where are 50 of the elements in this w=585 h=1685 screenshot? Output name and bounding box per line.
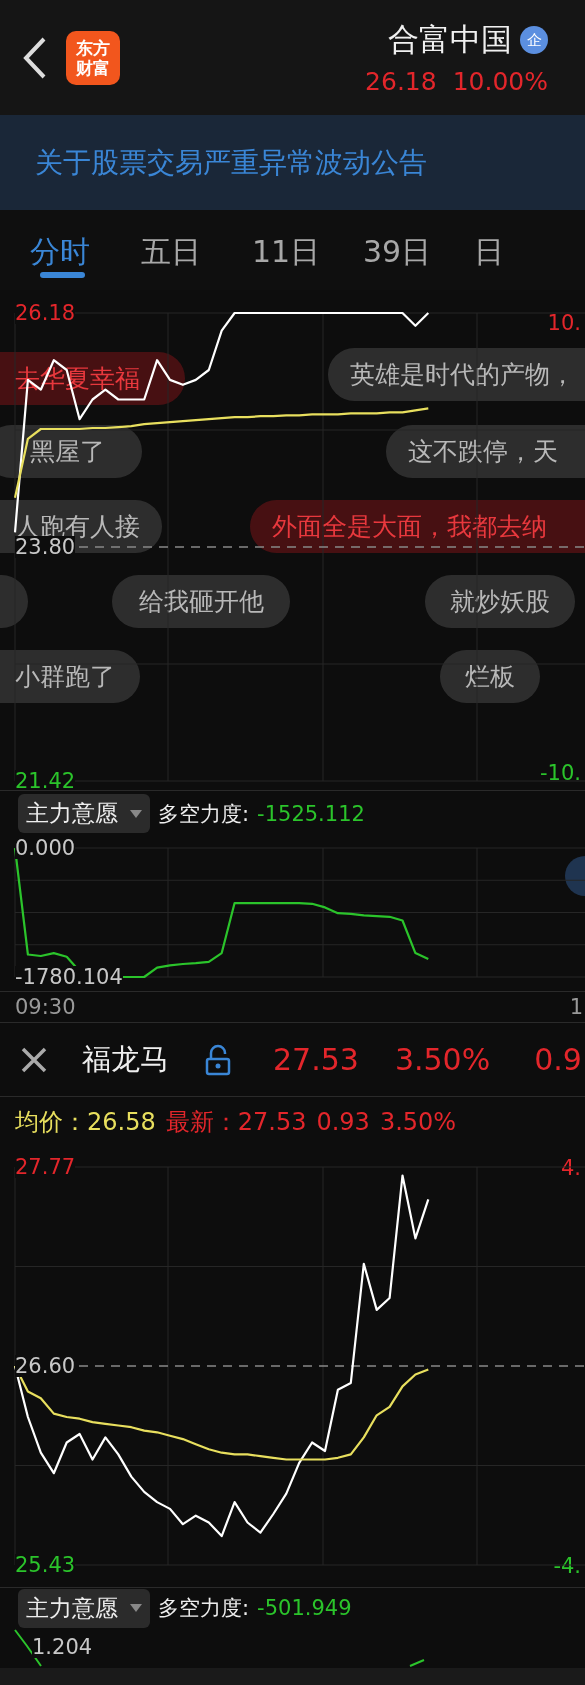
status-badge: 企 (520, 26, 548, 54)
comment-bubble: 这不跌停，天 (386, 425, 585, 478)
comment-bubble: 烂板 (440, 650, 540, 703)
latest-price: 最新：27.53 (165, 1107, 307, 1138)
axis-label: 1.204 (32, 1636, 93, 1658)
comment-bubble: 给我砸开他 (112, 575, 290, 628)
stock-name: 合富中国 (388, 20, 512, 59)
period-tab[interactable]: 39日 (363, 210, 474, 276)
axis-label: 26.18 (15, 302, 76, 324)
indicator-value: -501.949 (257, 1596, 352, 1620)
time-label: 09:30 (15, 995, 76, 1019)
time-label: 1 (569, 995, 583, 1019)
axis-label: -10. (540, 762, 581, 784)
comment-bubble: 小群跑了 (0, 650, 140, 703)
period-tab[interactable]: 分时 (30, 210, 141, 276)
comment-bubble: 黑屋了 (0, 425, 142, 478)
caret-icon (130, 809, 142, 818)
axis-label: 26.60 (15, 1355, 76, 1377)
padlock-icon[interactable] (205, 1043, 231, 1076)
axis-label: 10. (547, 312, 581, 334)
compare-change: 0.9 (534, 1042, 582, 1077)
average-price: 均价：26.58 (15, 1107, 156, 1138)
compare-price: 27.53 (273, 1042, 359, 1077)
compare-stock-name: 福龙马 (82, 1040, 169, 1078)
period-tab[interactable]: 11日 (252, 210, 363, 276)
indicator-label: 多空力度: (158, 800, 250, 828)
axis-label: 27.77 (15, 1156, 76, 1178)
close-icon[interactable] (20, 1045, 48, 1074)
axis-label: -4. (553, 1555, 581, 1577)
announcement-banner[interactable]: 关于股票交易严重异常波动公告 (0, 115, 585, 210)
indicator-dropdown[interactable]: 主力意愿 (18, 1588, 150, 1628)
back-icon[interactable] (22, 35, 48, 80)
axis-label: 21.42 (15, 770, 76, 790)
axis-label: 0.000 (15, 837, 76, 859)
caret-icon (130, 1604, 142, 1612)
comment-bubble: 就炒妖股 (425, 575, 575, 628)
axis-label: 4. (560, 1157, 581, 1179)
period-tab[interactable]: 日 (474, 210, 585, 276)
comment-bubble: 英雄是时代的产物， (328, 348, 585, 401)
compare-change-pct: 3.50% (394, 1042, 491, 1077)
price-change: 10.00% (452, 67, 548, 96)
indicator-value: -1525.112 (257, 801, 365, 826)
app-logo: 东方 财富 (66, 30, 120, 85)
indicator-dropdown[interactable]: 主力意愿 (18, 794, 150, 833)
indicator-label: 多空力度: (158, 1595, 250, 1622)
latest-change: 0.93 (316, 1108, 370, 1136)
period-tab[interactable]: 五日 (141, 210, 252, 276)
stock-price: 26.18 (365, 67, 437, 96)
latest-change-pct: 3.50% (379, 1108, 457, 1136)
comment-bubble: 外面全是大面，我都去纳 (250, 500, 585, 553)
